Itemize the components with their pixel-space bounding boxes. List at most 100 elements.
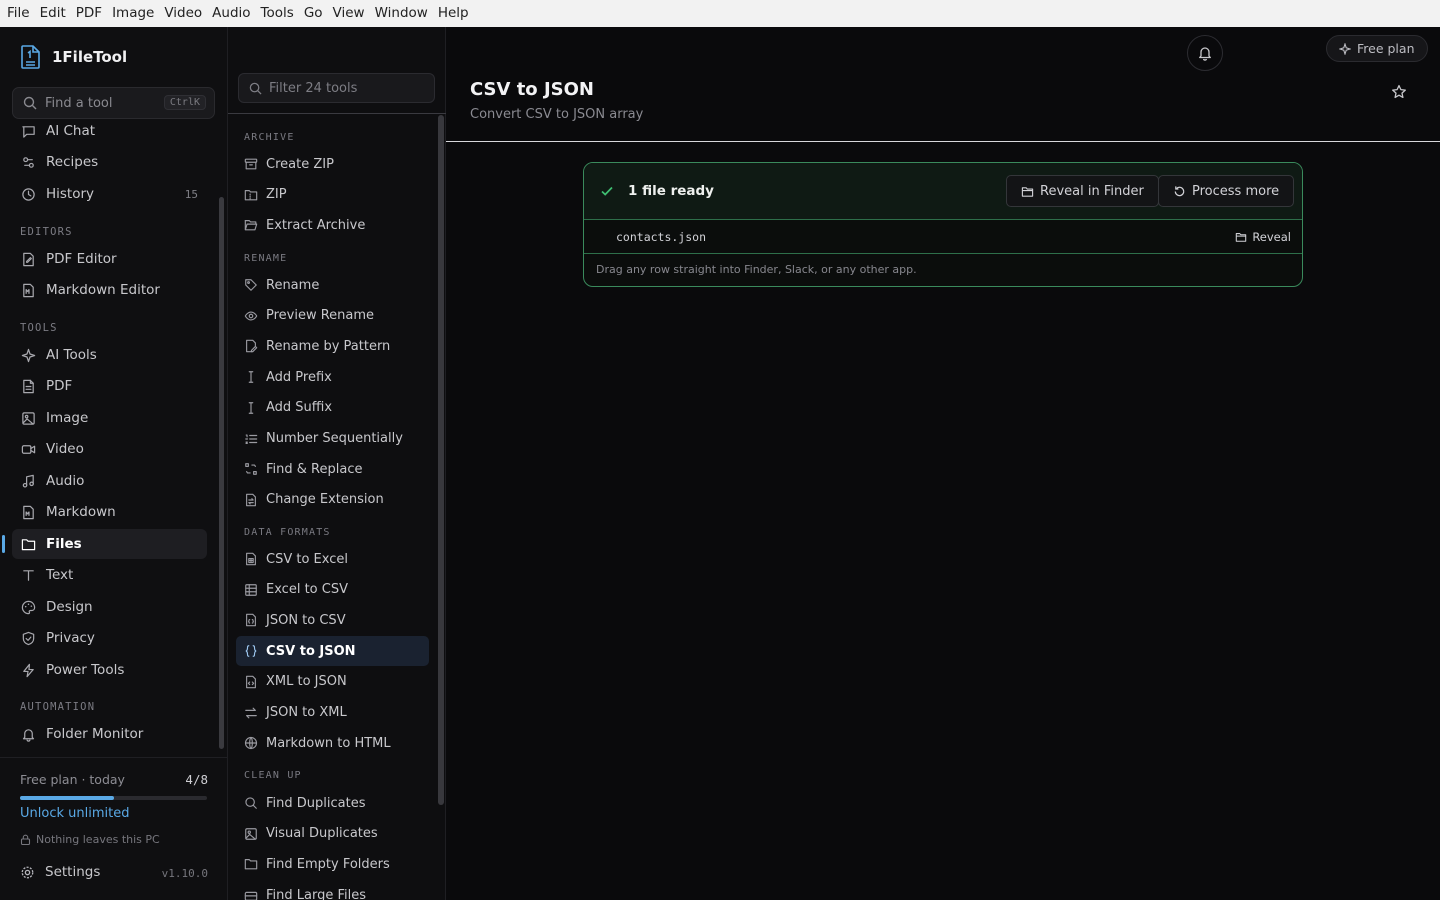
tool-item-find-large-files[interactable]: Find Large Files [236, 880, 429, 900]
menu-image[interactable]: Image [107, 0, 159, 27]
menu-help[interactable]: Help [433, 0, 474, 27]
tool-item-csv-to-json[interactable]: CSV to JSON [236, 636, 429, 667]
tag-icon [245, 279, 257, 291]
markdown-icon [23, 505, 34, 519]
filter-tools-input[interactable]: Filter 24 tools [238, 73, 435, 103]
brand[interactable]: 1FileTool [20, 45, 127, 69]
menu-audio[interactable]: Audio [207, 0, 255, 27]
sidebar-item-power-tools[interactable]: Power Tools [12, 655, 207, 685]
sidebar-item-files[interactable]: Files [12, 529, 207, 559]
sidebar-item-markdown[interactable]: Markdown [12, 497, 207, 527]
sidebar-item-markdown-editor[interactable]: Markdown Editor [12, 275, 207, 305]
menu-go[interactable]: Go [299, 0, 328, 27]
section-heading-editors: EDITORS [20, 226, 73, 238]
tool-item-preview-rename[interactable]: Preview Rename [236, 301, 429, 331]
file-row[interactable]: contacts.json Reveal [584, 220, 1302, 254]
result-card-header: 1 file ready Reveal in Finder Process mo… [584, 163, 1302, 220]
file-name: contacts.json [616, 230, 707, 244]
menu-video[interactable]: Video [159, 0, 207, 27]
tool-group-heading: ARCHIVE [244, 132, 295, 143]
tool-item-markdown-to-html[interactable]: Markdown to HTML [236, 728, 429, 758]
tool-item-rename[interactable]: Rename [236, 270, 429, 300]
braces-icon [245, 645, 257, 657]
tool-item-add-prefix[interactable]: Add Prefix [236, 362, 429, 392]
unlock-link[interactable]: Unlock unlimited [20, 806, 129, 821]
sidebar-item-audio[interactable]: Audio [12, 466, 207, 496]
tool-item-find-duplicates[interactable]: Find Duplicates [236, 788, 429, 818]
settings-label: Settings [45, 864, 101, 880]
sidebar-item-history[interactable]: History 15 [12, 179, 207, 209]
tool-item-rename-by-pattern[interactable]: Rename by Pattern [236, 331, 429, 361]
folder-open-icon [1236, 233, 1247, 242]
sidebar-item-recipes[interactable]: Recipes [12, 147, 207, 177]
sidebar-item-folder-monitor[interactable]: Folder Monitor [12, 719, 207, 749]
menu-pdf[interactable]: PDF [71, 0, 107, 27]
sidebar-item-label: Text [46, 567, 74, 583]
tool-item-label: Add Prefix [266, 369, 332, 385]
tool-item-zip[interactable]: ZIP [236, 180, 429, 210]
menu-edit[interactable]: Edit [35, 0, 71, 27]
sidebar-item-ai-tools[interactable]: AI Tools [12, 340, 207, 370]
file-code-icon [246, 675, 256, 689]
free-plan-badge[interactable]: Free plan [1326, 35, 1428, 62]
bell-icon [1199, 47, 1211, 61]
folder-icon [21, 538, 36, 550]
tool-item-create-zip[interactable]: Create ZIP [236, 149, 429, 179]
tool-item-find-replace[interactable]: Find & Replace [236, 454, 429, 484]
tool-item-add-suffix[interactable]: Add Suffix [236, 393, 429, 423]
tool-item-number-sequentially[interactable]: Number Sequentially [236, 424, 429, 454]
sidebar-scrollbar[interactable] [219, 197, 224, 749]
result-card: 1 file ready Reveal in Finder Process mo… [583, 162, 1303, 287]
menu-view[interactable]: View [328, 0, 370, 27]
tool-item-csv-to-excel[interactable]: CSV to Excel [236, 544, 429, 574]
tool-item-visual-duplicates[interactable]: Visual Duplicates [236, 819, 429, 849]
sidebar-item-video[interactable]: Video [12, 434, 207, 464]
tool-item-excel-to-csv[interactable]: Excel to CSV [236, 575, 429, 605]
gear-icon [21, 866, 34, 878]
file-reveal-button[interactable]: Reveal [1235, 230, 1291, 244]
search-icon [249, 82, 262, 95]
tool-item-label: Find Duplicates [266, 795, 366, 811]
text-cursor-icon [248, 401, 254, 414]
sidebar-item-pdf-editor[interactable]: PDF Editor [12, 244, 207, 274]
sidebar-item-ai-chat[interactable]: AI Chat [12, 124, 207, 146]
list-ordered-icon [245, 433, 258, 444]
tool-item-label: JSON to CSV [266, 612, 346, 628]
menu-tools[interactable]: Tools [256, 0, 299, 27]
sidebar-item-label: Recipes [46, 154, 99, 170]
find-tool-placeholder: Find a tool [45, 95, 113, 111]
favorite-star-icon[interactable] [1391, 84, 1407, 100]
sparkle-icon [21, 348, 36, 362]
process-more-button[interactable]: Process more [1158, 175, 1295, 207]
sidebar-item-text[interactable]: Text [12, 560, 207, 590]
file-sheet-icon [246, 552, 256, 566]
tool-item-json-to-xml[interactable]: JSON to XML [236, 698, 429, 728]
menu-file[interactable]: File [2, 0, 35, 27]
find-tool-input[interactable]: Find a tool CtrlK [12, 87, 215, 119]
sidebar-item-label: Power Tools [46, 662, 125, 678]
tool-item-label: CSV to JSON [266, 643, 356, 659]
sidebar-item-label: AI Chat [46, 124, 96, 139]
tool-item-change-extension[interactable]: Change Extension [236, 485, 429, 515]
sidebar-item-privacy[interactable]: Privacy [12, 623, 207, 653]
tool-item-find-empty-folders[interactable]: Find Empty Folders [236, 849, 429, 879]
lock-icon [20, 834, 31, 845]
zip-icon [244, 189, 258, 201]
shortcut-badge: CtrlK [163, 95, 206, 110]
sidebar-item-label: Image [46, 410, 89, 426]
notifications-button[interactable] [1187, 35, 1223, 71]
tool-item-extract-archive[interactable]: Extract Archive [236, 210, 429, 240]
sidebar-item-pdf[interactable]: PDF [12, 371, 207, 401]
tool-item-xml-to-json[interactable]: XML to JSON [236, 667, 429, 697]
settings-button[interactable]: Settings [20, 864, 100, 880]
sidebar-item-image[interactable]: Image [12, 403, 207, 433]
tool-list-scrollbar[interactable] [438, 115, 444, 805]
file-pen-icon [246, 340, 258, 353]
menu-window[interactable]: Window [370, 0, 433, 27]
status-ready: 1 file ready [600, 183, 714, 199]
text-cursor-icon [248, 371, 254, 383]
tool-item-json-to-csv[interactable]: JSON to CSV [236, 605, 429, 635]
sidebar-item-design[interactable]: Design [12, 592, 207, 622]
reveal-in-finder-button[interactable]: Reveal in Finder [1006, 175, 1159, 207]
music-icon [22, 474, 34, 488]
